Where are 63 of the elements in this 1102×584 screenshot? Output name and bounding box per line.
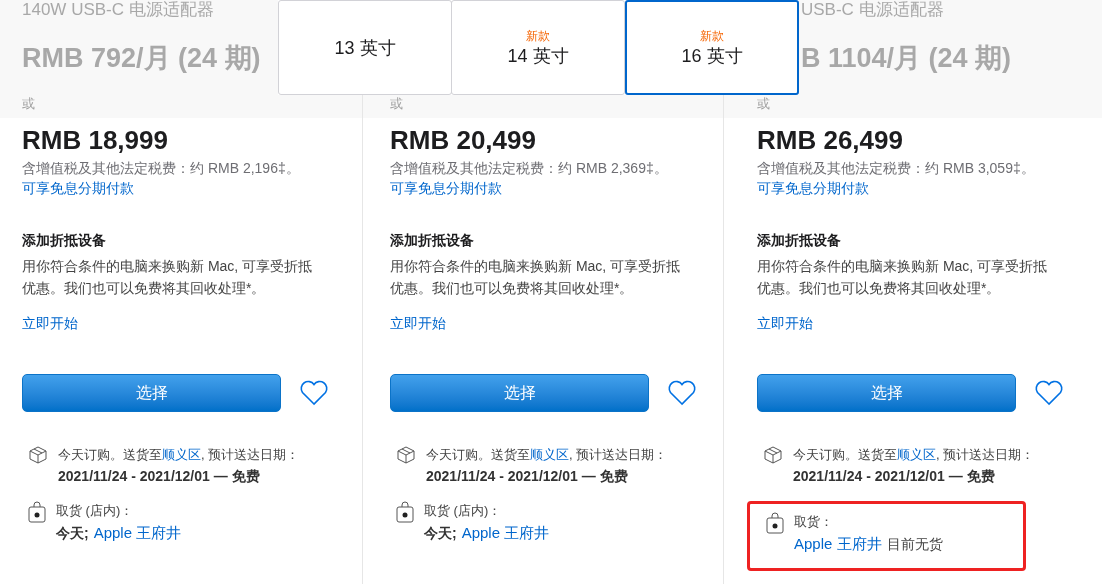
product-subtitle: 140W USB-C 电源适配器 xyxy=(22,0,214,20)
area-link[interactable]: 顺义区 xyxy=(530,447,569,462)
tab-label: 14 英寸 xyxy=(507,44,569,68)
tax-note: 含增值税及其他法定税费：约 RMB 3,059‡。 xyxy=(757,159,1035,178)
delivery-dates: 2021/11/24 - 2021/12/01 — 免费 xyxy=(58,467,260,486)
trade-in-description: 用你符合条件的电脑来换购新 Mac, 可享受折抵优惠。我们也可以免费将其回收处理*。 xyxy=(390,257,682,298)
tab-label: 16 英寸 xyxy=(681,44,743,68)
or-text: 或 xyxy=(757,95,770,113)
pickup-day: 今天; xyxy=(424,521,457,545)
size-tab[interactable]: 新款 16 英寸 xyxy=(625,0,799,95)
trade-in-heading: 添加折抵设备 xyxy=(22,231,106,250)
delivery-dates: 2021/11/24 - 2021/12/01 — 免费 xyxy=(426,467,628,486)
store-link[interactable]: Apple 王府井 xyxy=(93,521,182,545)
size-tab[interactable]: 13 英寸 xyxy=(278,0,452,95)
heart-icon[interactable] xyxy=(1034,380,1064,406)
select-button[interactable]: 选择 xyxy=(390,374,649,412)
trade-in-description: 用你符合条件的电脑来换购新 Mac, 可享受折抵优惠。我们也可以免费将其回收处理*。 xyxy=(22,257,314,298)
box-icon xyxy=(396,445,416,465)
trade-in-description: 用你符合条件的电脑来换购新 Mac, 可享受折抵优惠。我们也可以免费将其回收处理*。 xyxy=(757,257,1049,298)
pickup-label: 取货： xyxy=(794,513,833,531)
pickup-label: 取货 (店内)： xyxy=(424,502,502,520)
delivery-text: 今天订购。送货至顺义区, 预计送达日期： xyxy=(426,446,668,464)
tax-note: 含增值税及其他法定税费：约 RMB 2,196‡。 xyxy=(22,159,300,178)
heart-icon[interactable] xyxy=(299,380,329,406)
select-button[interactable]: 选择 xyxy=(22,374,281,412)
bag-icon xyxy=(396,501,414,523)
new-label: 新款 xyxy=(700,27,724,44)
trade-in-heading: 添加折抵设备 xyxy=(757,231,841,250)
price: RMB 26,499 xyxy=(757,124,903,156)
start-link[interactable]: 立即开始 xyxy=(390,313,446,333)
box-icon xyxy=(763,445,783,465)
bag-icon xyxy=(28,501,46,523)
price: RMB 20,499 xyxy=(390,124,536,156)
installment-link[interactable]: 可享免息分期付款 xyxy=(22,178,134,198)
delivery-text: 今天订购。送货至顺义区, 预计送达日期： xyxy=(793,446,1035,464)
monthly-price: RMB 792/月 (24 期) xyxy=(22,41,261,75)
installment-link[interactable]: 可享免息分期付款 xyxy=(390,178,502,198)
delivery-text: 今天订购。送货至顺义区, 预计送达日期： xyxy=(58,446,300,464)
tax-note: 含增值税及其他法定税费：约 RMB 2,369‡。 xyxy=(390,159,668,178)
store-link[interactable]: Apple 王府井 xyxy=(794,532,882,556)
trade-in-heading: 添加折抵设备 xyxy=(390,231,474,250)
price: RMB 18,999 xyxy=(22,124,168,156)
pickup-label: 取货 (店内)： xyxy=(56,502,134,520)
installment-link[interactable]: 可享免息分期付款 xyxy=(757,178,869,198)
start-link[interactable]: 立即开始 xyxy=(757,313,813,333)
box-icon xyxy=(28,445,48,465)
store-link[interactable]: Apple 王府井 xyxy=(461,521,550,545)
stock-status: 目前无货 xyxy=(886,535,943,554)
bag-icon xyxy=(766,512,784,534)
pickup-day: 今天; xyxy=(56,521,89,545)
select-button[interactable]: 选择 xyxy=(757,374,1016,412)
heart-icon[interactable] xyxy=(667,380,697,406)
product-subtitle: USB-C 电源适配器 xyxy=(801,0,944,20)
monthly-price: B 1104/月 (24 期) xyxy=(801,41,1012,75)
start-link[interactable]: 立即开始 xyxy=(22,313,78,333)
or-text: 或 xyxy=(390,95,403,113)
area-link[interactable]: 顺义区 xyxy=(162,447,201,462)
size-tab[interactable]: 新款 14 英寸 xyxy=(451,0,625,95)
tab-label: 13 英寸 xyxy=(334,36,396,60)
or-text: 或 xyxy=(22,95,35,113)
delivery-dates: 2021/11/24 - 2021/12/01 — 免费 xyxy=(793,467,995,486)
area-link[interactable]: 顺义区 xyxy=(897,447,936,462)
new-label: 新款 xyxy=(526,27,550,44)
